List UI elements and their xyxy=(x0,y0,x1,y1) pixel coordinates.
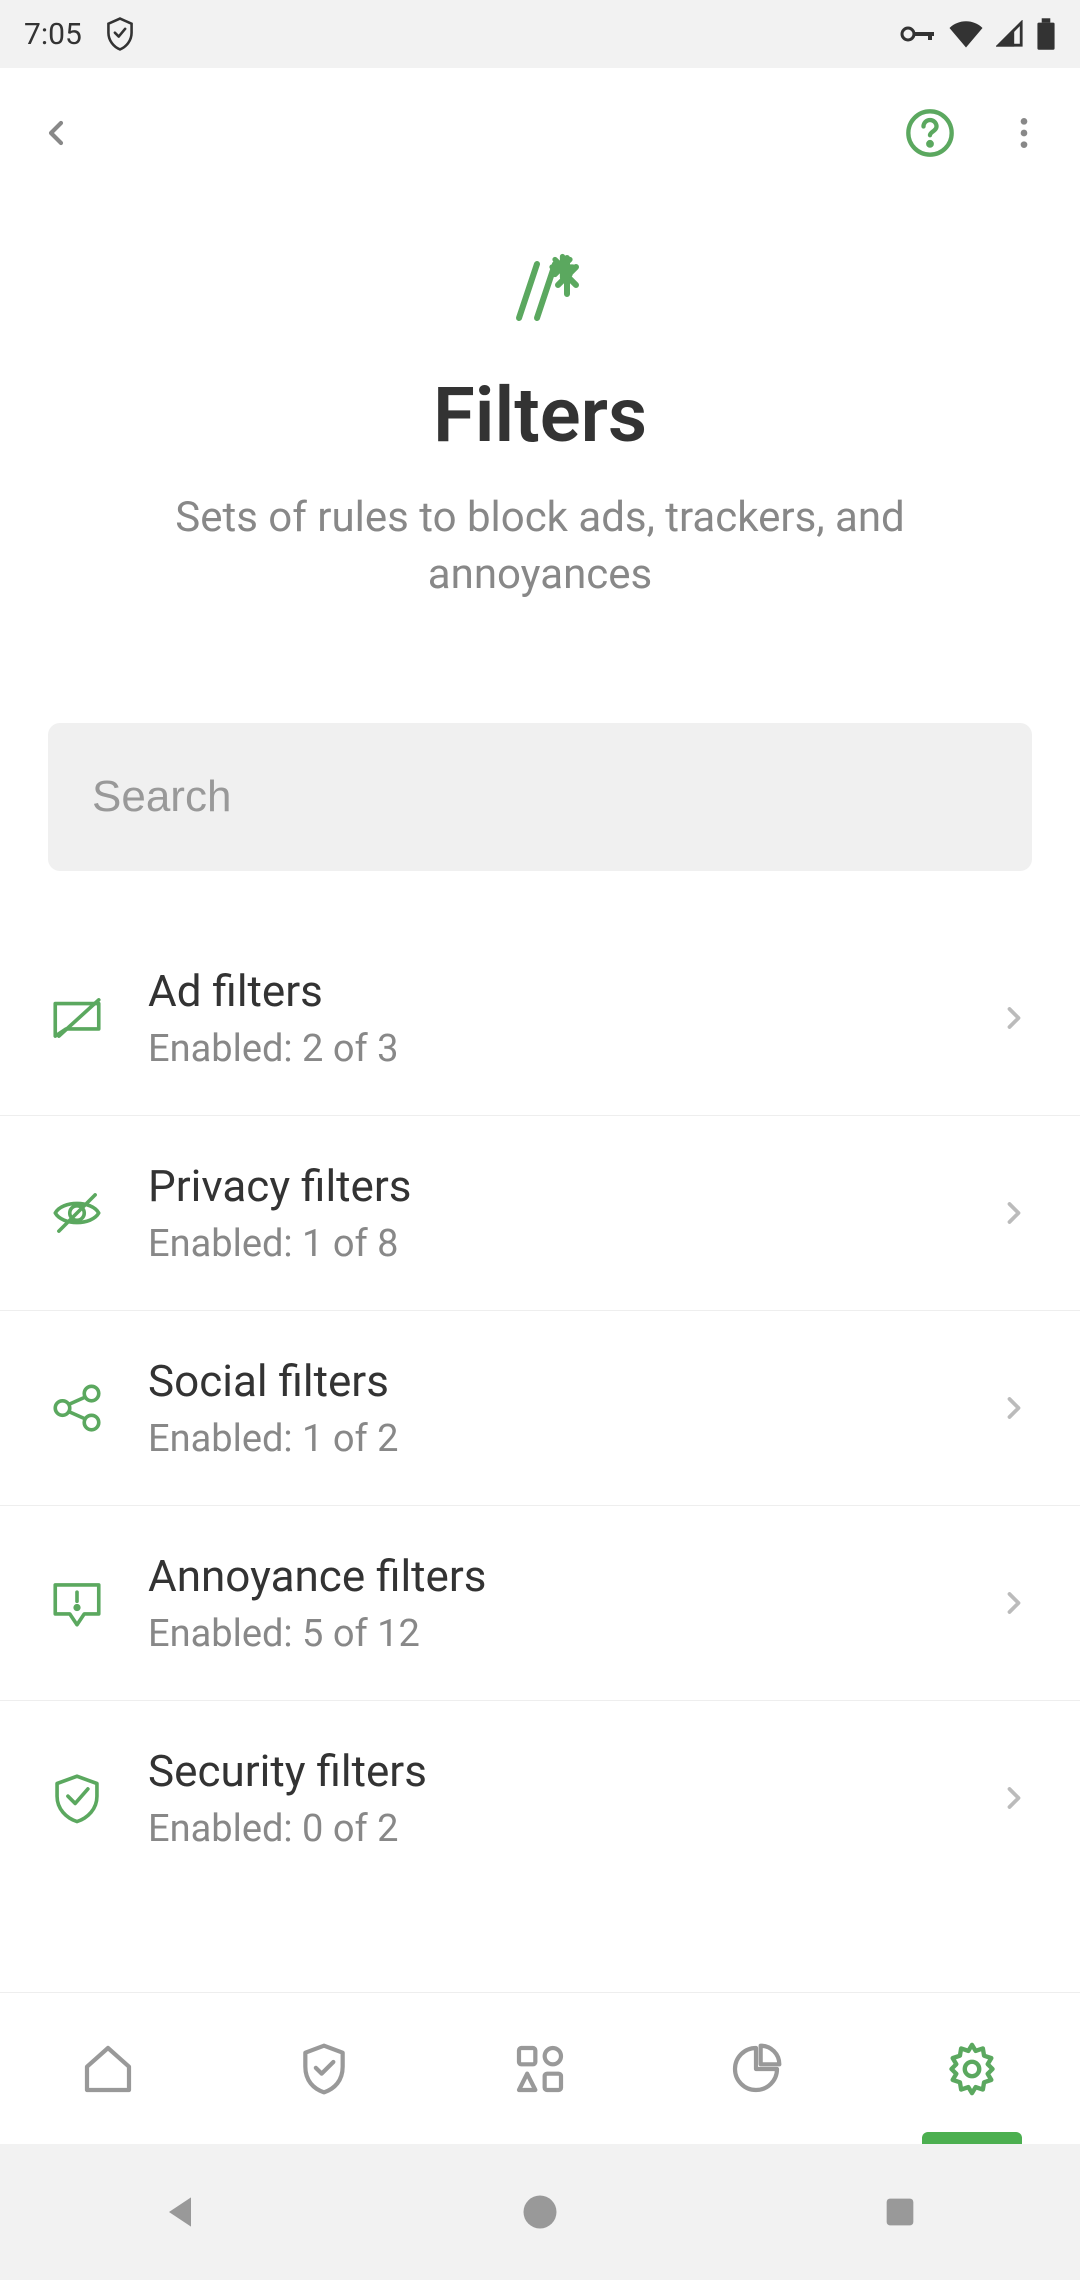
chevron-right-icon xyxy=(996,1195,1032,1231)
eye-off-icon xyxy=(48,1184,106,1242)
filter-subtitle: Enabled: 0 of 2 xyxy=(148,1807,996,1851)
battery-icon xyxy=(1036,18,1056,50)
filter-item-social[interactable]: Social filters Enabled: 1 of 2 xyxy=(0,1311,1080,1506)
annoyance-alert-icon xyxy=(48,1574,106,1632)
share-nodes-icon xyxy=(48,1379,106,1437)
page-header: Filters Sets of rules to block ads, trac… xyxy=(0,198,1080,603)
page-title: Filters xyxy=(48,370,1032,460)
nav-home[interactable] xyxy=(0,1993,216,2144)
overflow-menu-button[interactable] xyxy=(1004,113,1044,153)
status-bar: 7:05 xyxy=(0,0,1080,68)
bottom-nav xyxy=(0,1992,1080,2144)
filter-subtitle: Enabled: 5 of 12 xyxy=(148,1612,996,1656)
page-subtitle: Sets of rules to block ads, trackers, an… xyxy=(48,490,1032,603)
filter-subtitle: Enabled: 1 of 8 xyxy=(148,1222,996,1266)
wifi-icon xyxy=(948,20,984,48)
filter-item-privacy[interactable]: Privacy filters Enabled: 1 of 8 xyxy=(0,1116,1080,1311)
app-bar xyxy=(0,68,1080,198)
shield-icon xyxy=(104,16,136,52)
status-time: 7:05 xyxy=(24,17,82,52)
back-button[interactable] xyxy=(36,113,76,153)
filter-subtitle: Enabled: 2 of 3 xyxy=(148,1027,996,1071)
filter-subtitle: Enabled: 1 of 2 xyxy=(148,1417,996,1461)
filter-title: Privacy filters xyxy=(148,1160,996,1212)
system-recents-button[interactable] xyxy=(820,2192,980,2232)
filter-title: Annoyance filters xyxy=(148,1550,996,1602)
filter-item-annoyance[interactable]: Annoyance filters Enabled: 5 of 12 xyxy=(0,1506,1080,1701)
filter-title: Security filters xyxy=(148,1745,996,1797)
help-button[interactable] xyxy=(904,107,956,159)
chevron-right-icon xyxy=(996,1585,1032,1621)
filter-title: Social filters xyxy=(148,1355,996,1407)
nav-apps[interactable] xyxy=(432,1993,648,2144)
nav-protection[interactable] xyxy=(216,1993,432,2144)
shield-check-icon xyxy=(48,1769,106,1827)
nav-settings[interactable] xyxy=(864,1993,1080,2144)
search-input[interactable] xyxy=(48,723,1032,871)
signal-icon xyxy=(996,20,1024,48)
ad-block-icon xyxy=(48,989,106,1047)
system-nav xyxy=(0,2144,1080,2280)
filters-logo-icon xyxy=(495,246,585,336)
filter-item-security[interactable]: Security filters Enabled: 0 of 2 xyxy=(0,1701,1080,1895)
search-container xyxy=(0,603,1080,921)
chevron-right-icon xyxy=(996,1000,1032,1036)
filter-item-ad[interactable]: Ad filters Enabled: 2 of 3 xyxy=(0,921,1080,1116)
chevron-right-icon xyxy=(996,1780,1032,1816)
system-home-button[interactable] xyxy=(460,2190,620,2234)
filter-list: Ad filters Enabled: 2 of 3 Privacy filte… xyxy=(0,921,1080,1895)
system-back-button[interactable] xyxy=(100,2190,260,2234)
key-icon xyxy=(900,24,936,44)
filter-title: Ad filters xyxy=(148,965,996,1017)
nav-stats[interactable] xyxy=(648,1993,864,2144)
chevron-right-icon xyxy=(996,1390,1032,1426)
